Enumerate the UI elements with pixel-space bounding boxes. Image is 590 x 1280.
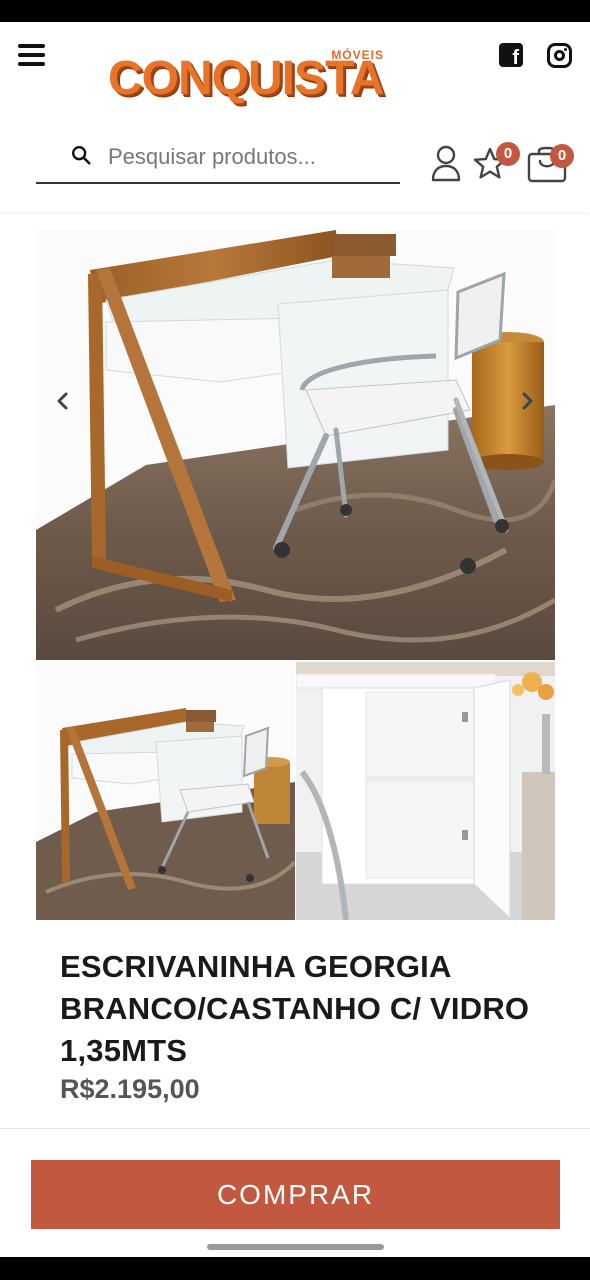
- user-account-icon[interactable]: [430, 144, 462, 182]
- facebook-icon[interactable]: f: [499, 43, 523, 68]
- search-input[interactable]: [108, 140, 388, 174]
- menu-icon[interactable]: [18, 44, 48, 68]
- gallery-next-arrow[interactable]: [516, 388, 538, 414]
- desk-thumbnail-illustration: [36, 662, 295, 920]
- divider: [0, 1128, 590, 1129]
- buy-button[interactable]: COMPRAR: [31, 1160, 560, 1229]
- system-nav-bar: [0, 1257, 590, 1280]
- brand-logo[interactable]: MÓVEIS CONQUISTA: [108, 48, 398, 108]
- wishlist-count-badge: 0: [496, 142, 520, 166]
- search-icon[interactable]: [70, 144, 92, 166]
- logo-conquista-text: CONQUISTA: [108, 52, 384, 105]
- gallery-prev-arrow[interactable]: [52, 388, 74, 414]
- product-price: R$2.195,00: [60, 1074, 200, 1104]
- home-indicator[interactable]: [207, 1244, 384, 1250]
- cabinet-thumbnail-illustration: [296, 662, 555, 920]
- search-bar[interactable]: [36, 134, 400, 184]
- status-bar: [0, 0, 590, 22]
- product-thumbnail-2[interactable]: [296, 662, 555, 920]
- site-header: MÓVEIS CONQUISTA f 0 0: [0, 22, 590, 212]
- product-main-image[interactable]: [36, 230, 555, 660]
- product-thumbnail-1[interactable]: [36, 662, 295, 920]
- product-title: ESCRIVANINHA GEORGIA BRANCO/CASTANHO C/ …: [60, 949, 530, 1068]
- instagram-icon[interactable]: [547, 43, 572, 68]
- cart-count-badge: 0: [550, 144, 574, 168]
- desk-product-illustration: [36, 230, 555, 660]
